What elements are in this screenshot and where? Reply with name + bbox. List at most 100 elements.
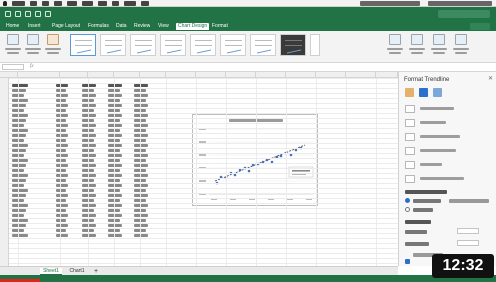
tab-format[interactable]: Format bbox=[212, 23, 228, 30]
table-cell bbox=[108, 124, 122, 127]
chart-tick-label bbox=[199, 154, 206, 156]
menu-item-tools[interactable] bbox=[98, 1, 107, 6]
table-cell bbox=[108, 204, 122, 207]
table-cell bbox=[134, 94, 148, 97]
autosave-icon[interactable] bbox=[5, 11, 11, 17]
worksheet-grid[interactable] bbox=[0, 72, 398, 266]
table-cell bbox=[134, 224, 148, 227]
search-field[interactable] bbox=[438, 10, 490, 18]
chart-style-8[interactable] bbox=[280, 34, 306, 56]
custom-radio[interactable] bbox=[405, 207, 410, 212]
change-chart-type-button[interactable] bbox=[430, 34, 448, 56]
apple-icon[interactable] bbox=[3, 1, 7, 6]
switch-row-column-button[interactable] bbox=[386, 34, 404, 56]
fill-line-icon[interactable] bbox=[405, 88, 414, 97]
select-data-button[interactable] bbox=[408, 34, 426, 56]
data-point[interactable] bbox=[247, 169, 251, 173]
row-gridline bbox=[9, 148, 398, 149]
tab-data[interactable]: Data bbox=[116, 23, 127, 30]
menu-item-data[interactable] bbox=[112, 1, 119, 6]
option-exponential[interactable] bbox=[405, 104, 493, 114]
switch-row-column-icon bbox=[389, 34, 401, 45]
chart-style-gridline bbox=[195, 40, 212, 41]
name-box[interactable] bbox=[2, 64, 24, 70]
data-point[interactable] bbox=[251, 163, 255, 167]
table-cell bbox=[56, 104, 68, 107]
row-gridline bbox=[9, 178, 398, 179]
quick-layout-button[interactable] bbox=[24, 34, 42, 56]
option-moving-average[interactable] bbox=[405, 174, 493, 184]
change-colors-button[interactable] bbox=[44, 34, 62, 56]
tab-chart-design[interactable]: Chart Design bbox=[176, 23, 210, 30]
add-sheet-button[interactable]: + bbox=[92, 268, 100, 275]
tab-home[interactable]: Home bbox=[6, 23, 19, 30]
table-cell bbox=[134, 194, 148, 197]
redo-icon[interactable] bbox=[45, 11, 51, 17]
table-cell bbox=[82, 114, 96, 117]
menu-item-excel[interactable] bbox=[12, 1, 25, 6]
chart-style-5[interactable] bbox=[190, 34, 216, 56]
quick-layout-label bbox=[25, 48, 41, 50]
tab-page-layout[interactable]: Page Layout bbox=[52, 23, 80, 30]
menu-item-format[interactable] bbox=[82, 1, 93, 6]
table-cell bbox=[12, 189, 28, 192]
add-chart-element-button[interactable] bbox=[4, 34, 22, 56]
option-exponential-label bbox=[420, 107, 454, 110]
select-data-label bbox=[409, 48, 425, 50]
table-cell bbox=[12, 144, 28, 147]
data-point[interactable] bbox=[265, 158, 269, 162]
sheet-tab-2[interactable]: Chart1 bbox=[66, 268, 88, 275]
table-cell bbox=[134, 144, 148, 147]
data-point[interactable] bbox=[289, 153, 293, 157]
add-chart-element-label bbox=[5, 48, 21, 50]
data-point[interactable] bbox=[294, 148, 298, 152]
table-cell bbox=[56, 144, 68, 147]
chart-styles-more-button[interactable] bbox=[310, 34, 320, 56]
data-point[interactable] bbox=[279, 154, 283, 158]
menu-item-view[interactable] bbox=[54, 1, 62, 6]
row-gridline bbox=[9, 213, 398, 214]
chart-style-2[interactable] bbox=[100, 34, 126, 56]
data-point[interactable] bbox=[238, 168, 242, 172]
option-polynomial[interactable] bbox=[405, 146, 493, 156]
save-icon[interactable] bbox=[25, 11, 31, 17]
data-point[interactable] bbox=[233, 173, 237, 177]
sheet-tab-bar: Sheet1 Chart1 + bbox=[0, 266, 398, 275]
forward-field[interactable] bbox=[457, 228, 479, 234]
chart-style-1[interactable] bbox=[70, 34, 96, 56]
menu-item-help[interactable] bbox=[141, 1, 149, 6]
option-linear[interactable] bbox=[405, 118, 493, 128]
menu-item-window[interactable] bbox=[124, 1, 136, 6]
macos-menu-bar bbox=[0, 0, 496, 7]
home-icon[interactable] bbox=[15, 11, 21, 17]
menu-item-file[interactable] bbox=[30, 1, 37, 6]
quick-layout-icon bbox=[27, 34, 39, 45]
tab-view[interactable]: View bbox=[158, 23, 169, 30]
undo-icon[interactable] bbox=[35, 11, 41, 17]
move-chart-label-2 bbox=[455, 52, 467, 54]
close-icon[interactable]: ✕ bbox=[487, 76, 494, 83]
chart-style-4[interactable] bbox=[160, 34, 186, 56]
effects-icon[interactable] bbox=[419, 88, 428, 97]
option-logarithmic[interactable] bbox=[405, 132, 493, 142]
display-equation-checkbox[interactable] bbox=[405, 259, 410, 264]
tab-review[interactable]: Review bbox=[134, 23, 150, 30]
tab-formulas[interactable]: Formulas bbox=[88, 23, 109, 30]
menu-item-insert[interactable] bbox=[67, 1, 77, 6]
move-chart-button[interactable] bbox=[452, 34, 470, 56]
trendline-options-icon[interactable] bbox=[433, 88, 442, 97]
share-button[interactable] bbox=[470, 23, 490, 30]
chart-style-3[interactable] bbox=[130, 34, 156, 56]
sheet-tab-1[interactable]: Sheet1 bbox=[40, 268, 62, 275]
automatic-radio[interactable] bbox=[405, 198, 410, 203]
table-cell bbox=[108, 174, 122, 177]
fx-icon[interactable]: fx bbox=[30, 64, 50, 70]
tab-insert[interactable]: Insert bbox=[28, 23, 41, 30]
backward-field[interactable] bbox=[457, 240, 479, 246]
chart-style-6[interactable] bbox=[220, 34, 246, 56]
row-gridline bbox=[9, 138, 398, 139]
trendline-name-heading bbox=[405, 190, 447, 194]
menu-item-edit[interactable] bbox=[42, 1, 49, 6]
chart-style-7[interactable] bbox=[250, 34, 276, 56]
option-power[interactable] bbox=[405, 160, 493, 170]
